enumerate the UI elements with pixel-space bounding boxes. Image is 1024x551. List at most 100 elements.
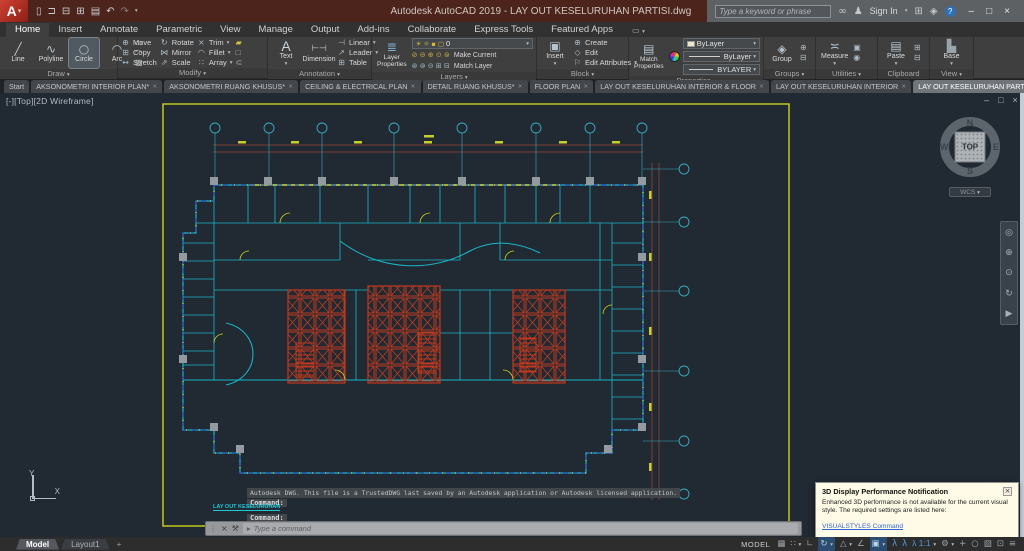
file-tab-layout-interior-floor[interactable]: LAY OUT KESELURUHAN INTERIOR & FLOOR ×: [595, 80, 770, 93]
save-icon[interactable]: ⊟: [62, 6, 70, 17]
make-current-row[interactable]: ⊘ ⊖ ⊕ ⊙ ⊜ Make Current: [412, 51, 533, 60]
isodraft-icon[interactable]: △ ▾: [840, 537, 852, 551]
search-icon[interactable]: ∞: [838, 6, 846, 17]
viewport-close-icon[interactable]: ×: [1012, 95, 1017, 105]
viewcube[interactable]: N E S W TOP WCS ▾: [932, 109, 1008, 197]
lineweight-dropdown[interactable]: BYLAYER ▾: [682, 64, 760, 75]
annotation-monitor-icon[interactable]: +: [959, 538, 966, 551]
app-store-icon[interactable]: ⊞: [914, 6, 922, 17]
trim-button[interactable]: × Trim ▾: [197, 38, 233, 47]
customize-menu-icon[interactable]: ≡: [1009, 538, 1016, 551]
ribbon-tab-express-tools[interactable]: Express Tools: [465, 23, 542, 37]
command-bar[interactable]: ⋮ × ⚒ ▸ Type a command: [205, 521, 802, 536]
layer-dropdown[interactable]: ☀ ☼ ▪ ▢ 0 ▾: [411, 38, 533, 49]
new-icon[interactable]: ▯: [36, 6, 42, 17]
viewport-minimize-icon[interactable]: –: [984, 95, 989, 105]
viewcube-east[interactable]: E: [993, 142, 999, 152]
file-tab-detail-ruang[interactable]: DETAIL RUANG KHUSUS* ×: [422, 80, 528, 93]
ribbon-tab-home[interactable]: Home: [6, 23, 50, 37]
ribbon-tab-view[interactable]: View: [211, 23, 249, 37]
object-color-dropdown[interactable]: ByLayer ▾: [682, 38, 760, 49]
drag-grip-icon[interactable]: ⋮: [209, 524, 217, 533]
zoom-icon[interactable]: ⊙: [1005, 267, 1013, 278]
ribbon-tab-collaborate[interactable]: Collaborate: [399, 23, 466, 37]
object-snap-icon[interactable]: ▣ ▾: [869, 536, 888, 551]
circle-button[interactable]: ○ Circle: [68, 37, 100, 69]
file-tab-ceiling-electrical[interactable]: CEILING & ELECTRICAL PLAN ×: [300, 80, 421, 93]
panel-title-block[interactable]: Block ▾: [537, 69, 628, 79]
viewport-restore-icon[interactable]: □: [998, 95, 1003, 105]
viewcube-west[interactable]: W: [940, 142, 949, 152]
viewcube-north[interactable]: N: [967, 118, 974, 128]
navigation-wheel-icon[interactable]: ◎: [1005, 227, 1013, 238]
panel-title-view[interactable]: View ▾: [930, 69, 973, 79]
panel-title-modify[interactable]: Modify ▾: [118, 68, 267, 78]
pan-icon[interactable]: ⊕: [1005, 247, 1013, 258]
scale-button[interactable]: ⇗ Scale: [160, 58, 194, 67]
autodesk-360-icon[interactable]: ◈: [930, 6, 938, 17]
saveas-icon[interactable]: ⊞: [76, 6, 84, 17]
graphics-performance-icon[interactable]: ▧: [984, 538, 992, 551]
move-button[interactable]: ⊕ Move: [121, 38, 157, 47]
offset-icon[interactable]: ⊂: [236, 58, 243, 67]
close-button[interactable]: ×: [1004, 6, 1010, 17]
base-button[interactable]: ▙ Base ▾: [937, 38, 967, 68]
snap-toggle-icon[interactable]: ∷ ▾: [790, 537, 801, 551]
redo-icon[interactable]: ↷: [121, 6, 129, 17]
explode-icon[interactable]: □: [236, 48, 243, 57]
array-button[interactable]: ∷ Array ▾: [197, 58, 233, 67]
viewport-controls-label[interactable]: [-][Top][2D Wireframe]: [6, 96, 94, 106]
id-point-icon[interactable]: ◉: [853, 54, 861, 62]
match-properties-button[interactable]: ▤ Match Properties: [632, 42, 666, 72]
ungroup-icon[interactable]: ⊕: [800, 44, 807, 52]
app-menu-button[interactable]: A ▾: [0, 0, 28, 22]
insert-button[interactable]: ▣ Insert ▾: [540, 38, 570, 68]
group-button[interactable]: ◈ Group: [767, 38, 797, 68]
line-button[interactable]: ╱ Line: [3, 38, 33, 68]
ribbon-display-toggle[interactable]: ▭ ▾: [632, 26, 645, 37]
panel-title-annotation[interactable]: Annotation ▾: [268, 69, 371, 79]
isolate-objects-icon[interactable]: ○: [971, 538, 978, 551]
open-icon[interactable]: ⊐: [48, 6, 56, 17]
measure-button[interactable]: ≍ Measure ▾: [819, 38, 850, 68]
panel-title-clipboard[interactable]: Clipboard: [878, 69, 929, 79]
copy-button[interactable]: ⊞ Copy: [121, 48, 157, 57]
sign-in-caret-icon[interactable]: ▾: [905, 8, 908, 14]
clean-screen-icon[interactable]: ⊡: [997, 538, 1004, 551]
rotate-button[interactable]: ↻ Rotate: [160, 38, 194, 47]
annotation-scale-icon[interactable]: λ 1:1 ▾: [912, 537, 936, 551]
new-layout-button[interactable]: +: [112, 540, 127, 549]
undo-icon[interactable]: ↶: [106, 6, 114, 17]
edit-attributes-button[interactable]: ⚐ Edit Attributes ▾: [573, 59, 637, 67]
polar-tracking-icon[interactable]: ↻ ▾: [818, 536, 835, 551]
fillet-button[interactable]: ◠ Fillet ▾: [197, 48, 233, 57]
help-icon[interactable]: ?: [944, 5, 956, 17]
customize-wrench-icon[interactable]: ⚒: [232, 524, 239, 533]
showmotion-icon[interactable]: ▶: [1006, 308, 1013, 319]
qat-customize-caret-icon[interactable]: ▾: [135, 8, 138, 14]
search-input[interactable]: [715, 4, 832, 18]
panel-title-groups[interactable]: Groups ▾: [764, 69, 815, 79]
ribbon-tab-annotate[interactable]: Annotate: [91, 23, 147, 37]
ortho-toggle-icon[interactable]: ∟: [806, 538, 813, 551]
viewcube-south[interactable]: S: [967, 166, 973, 176]
ribbon-tab-manage[interactable]: Manage: [250, 23, 302, 37]
panel-title-draw[interactable]: Draw ▾: [0, 69, 117, 79]
model-tab[interactable]: Model: [16, 539, 59, 550]
layout1-tab[interactable]: Layout1: [61, 539, 109, 550]
polyline-button[interactable]: ∿ Polyline: [36, 38, 66, 68]
plot-icon[interactable]: ▤: [91, 6, 100, 17]
layer-properties-button[interactable]: ≣ Layer Properties: [375, 40, 409, 70]
ribbon-tab-parametric[interactable]: Parametric: [147, 23, 211, 37]
dimension-button[interactable]: ⊢⊣ Dimension: [302, 38, 335, 68]
erase-icon[interactable]: ▰: [236, 38, 243, 47]
command-input[interactable]: ▸ Type a command: [242, 523, 798, 534]
file-tab-layout-partisi[interactable]: LAY OUT KESELURUHAN PARTISI×: [913, 80, 1024, 93]
model-space-badge[interactable]: MODEL: [741, 540, 770, 549]
file-tab-aksonometri-interior[interactable]: AKSONOMETRI INTERIOR PLAN* ×: [31, 80, 163, 93]
notification-close-icon[interactable]: ×: [1003, 487, 1012, 496]
drawing-area[interactable]: [-][Top][2D Wireframe] – □ × N E S W TOP…: [0, 93, 1024, 537]
vertical-scrollbar[interactable]: [1020, 93, 1024, 537]
text-button[interactable]: A Text ▾: [271, 38, 301, 68]
maximize-button[interactable]: □: [986, 6, 992, 17]
